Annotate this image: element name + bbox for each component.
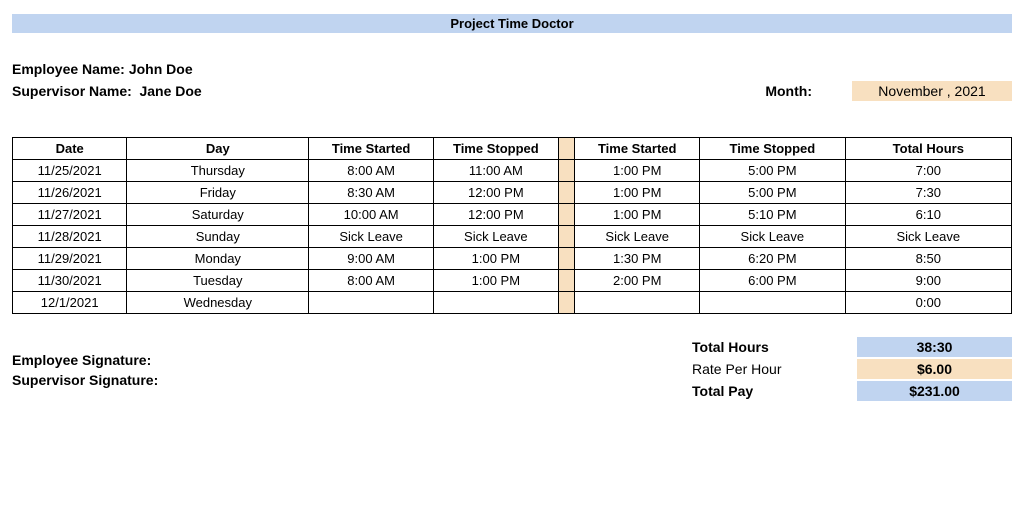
summary-total-pay-label: Total Pay (692, 383, 857, 399)
employee-label: Employee Name: (12, 61, 125, 77)
col-date: Date (13, 138, 127, 160)
supervisor-month-row: Supervisor Name: Jane Doe Month: Novembe… (12, 81, 1012, 101)
cell-day: Sunday (127, 226, 309, 248)
cell-date: 11/26/2021 (13, 182, 127, 204)
cell-day: Friday (127, 182, 309, 204)
col-day: Day (127, 138, 309, 160)
col-ts2: Time Started (575, 138, 700, 160)
supervisor-name: Jane Doe (139, 83, 201, 99)
cell-te2: 5:00 PM (700, 160, 846, 182)
cell-te2: 6:00 PM (700, 270, 846, 292)
cell-te2 (700, 292, 846, 314)
gap (558, 270, 575, 292)
cell-total: 0:00 (845, 292, 1011, 314)
table-row: 11/29/2021Monday9:00 AM1:00 PM 1:30 PM6:2… (13, 248, 1012, 270)
cell-te1 (433, 292, 558, 314)
summary-total-hours-label: Total Hours (692, 339, 857, 355)
cell-total: Sick Leave (845, 226, 1011, 248)
summary-total-hours-row: Total Hours 38:30 (692, 336, 1012, 358)
table-row: 11/25/2021Thursday8:00 AM11:00 AM 1:00 PM… (13, 160, 1012, 182)
cell-day: Saturday (127, 204, 309, 226)
gap (558, 226, 575, 248)
supervisor-signature-label: Supervisor Signature: (12, 372, 158, 388)
summary-rate-value: $6.00 (857, 359, 1012, 379)
summary: Total Hours 38:30 Rate Per Hour $6.00 To… (692, 336, 1012, 402)
cell-te1: 12:00 PM (433, 204, 558, 226)
cell-te2: 5:10 PM (700, 204, 846, 226)
cell-ts2: 1:00 PM (575, 182, 700, 204)
cell-total: 8:50 (845, 248, 1011, 270)
month-group: Month: November , 2021 (765, 81, 1012, 101)
gap (558, 292, 575, 314)
gap (558, 248, 575, 270)
cell-ts1: 9:00 AM (309, 248, 434, 270)
footer: Employee Signature: Supervisor Signature… (12, 336, 1012, 402)
table-row: 12/1/2021Wednesday 0:00 (13, 292, 1012, 314)
gap (558, 204, 575, 226)
cell-te1: 1:00 PM (433, 248, 558, 270)
cell-ts2: 1:00 PM (575, 204, 700, 226)
cell-total: 7:30 (845, 182, 1011, 204)
summary-total-hours-value: 38:30 (857, 337, 1012, 357)
table-row: 11/30/2021Tuesday8:00 AM1:00 PM 2:00 PM6:… (13, 270, 1012, 292)
cell-day: Tuesday (127, 270, 309, 292)
cell-te2: 5:00 PM (700, 182, 846, 204)
month-value: November , 2021 (852, 81, 1012, 101)
cell-day: Wednesday (127, 292, 309, 314)
summary-rate-row: Rate Per Hour $6.00 (692, 358, 1012, 380)
col-ts1: Time Started (309, 138, 434, 160)
cell-date: 11/27/2021 (13, 204, 127, 226)
cell-total: 9:00 (845, 270, 1011, 292)
cell-date: 11/25/2021 (13, 160, 127, 182)
cell-ts1 (309, 292, 434, 314)
table-row: 11/26/2021Friday8:30 AM12:00 PM 1:00 PM5:… (13, 182, 1012, 204)
cell-date: 12/1/2021 (13, 292, 127, 314)
cell-te1: Sick Leave (433, 226, 558, 248)
employee-signature-label: Employee Signature: (12, 352, 158, 368)
col-te2: Time Stopped (700, 138, 846, 160)
table-row: 11/28/2021SundaySick LeaveSick LeaveSick… (13, 226, 1012, 248)
cell-ts1: 8:00 AM (309, 270, 434, 292)
cell-total: 7:00 (845, 160, 1011, 182)
cell-date: 11/29/2021 (13, 248, 127, 270)
cell-ts2 (575, 292, 700, 314)
cell-day: Monday (127, 248, 309, 270)
col-total: Total Hours (845, 138, 1011, 160)
table-row: 11/27/2021Saturday10:00 AM12:00 PM 1:00 P… (13, 204, 1012, 226)
cell-te1: 11:00 AM (433, 160, 558, 182)
cell-ts1: 8:30 AM (309, 182, 434, 204)
employee-name: John Doe (129, 61, 193, 77)
cell-date: 11/28/2021 (13, 226, 127, 248)
cell-ts1: 8:00 AM (309, 160, 434, 182)
supervisor-group: Supervisor Name: Jane Doe (12, 83, 202, 99)
cell-ts2: 2:00 PM (575, 270, 700, 292)
employee-row: Employee Name: John Doe (12, 61, 1012, 77)
summary-total-pay-row: Total Pay $231.00 (692, 380, 1012, 402)
cell-ts2: 1:00 PM (575, 160, 700, 182)
cell-ts2: 1:30 PM (575, 248, 700, 270)
cell-te2: Sick Leave (700, 226, 846, 248)
cell-te1: 12:00 PM (433, 182, 558, 204)
cell-total: 6:10 (845, 204, 1011, 226)
cell-ts2: Sick Leave (575, 226, 700, 248)
gap (558, 182, 575, 204)
table-header-row: Date Day Time Started Time Stopped Time … (13, 138, 1012, 160)
cell-ts1: Sick Leave (309, 226, 434, 248)
col-gap (558, 138, 575, 160)
page-title: Project Time Doctor (12, 14, 1012, 33)
col-te1: Time Stopped (433, 138, 558, 160)
gap (558, 160, 575, 182)
signatures: Employee Signature: Supervisor Signature… (12, 352, 158, 392)
cell-ts1: 10:00 AM (309, 204, 434, 226)
cell-te1: 1:00 PM (433, 270, 558, 292)
cell-te2: 6:20 PM (700, 248, 846, 270)
cell-date: 11/30/2021 (13, 270, 127, 292)
cell-day: Thursday (127, 160, 309, 182)
summary-total-pay-value: $231.00 (857, 381, 1012, 401)
month-label: Month: (765, 83, 812, 99)
timesheet-table: Date Day Time Started Time Stopped Time … (12, 137, 1012, 314)
supervisor-label: Supervisor Name: (12, 83, 132, 99)
summary-rate-label: Rate Per Hour (692, 361, 857, 377)
